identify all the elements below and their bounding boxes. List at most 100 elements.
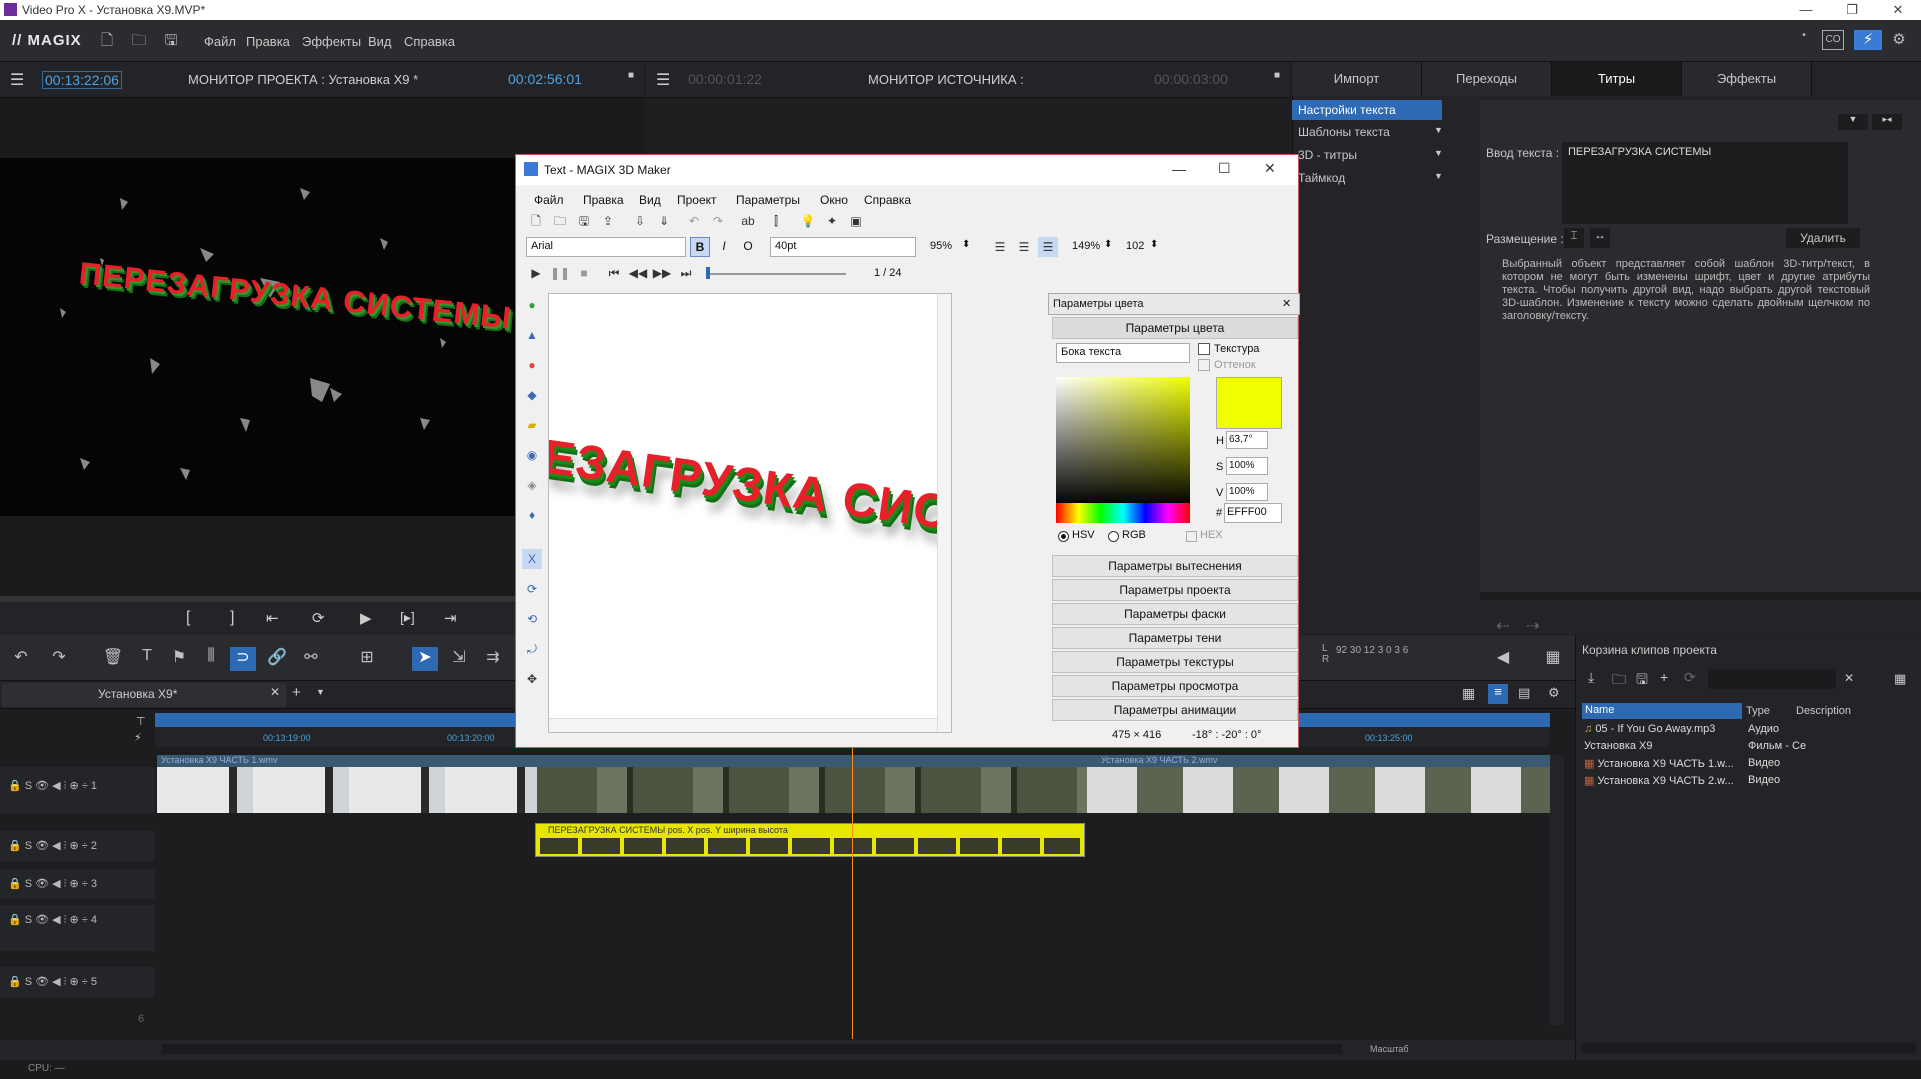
- view-grid-icon[interactable]: ▦: [1462, 685, 1475, 702]
- spin-icon[interactable]: ⬍: [1150, 239, 1158, 250]
- dlg-new-icon[interactable]: 🗋: [526, 211, 546, 231]
- bin-add-icon[interactable]: +: [1660, 669, 1668, 685]
- restore-icon[interactable]: ❐: [1829, 0, 1875, 20]
- rotate-y-icon[interactable]: ⟲: [522, 609, 542, 629]
- minimize-icon[interactable]: —: [1783, 0, 1829, 20]
- dropdown-icon[interactable]: ▼: [1838, 114, 1868, 130]
- menu-view[interactable]: Вид: [368, 34, 392, 49]
- col-description[interactable]: Description: [1796, 705, 1851, 717]
- dlg-open-icon[interactable]: 🗀: [550, 211, 570, 231]
- dlg-play-icon[interactable]: ▶: [526, 263, 546, 283]
- bin-row[interactable]: ▦ Установка X9 ЧАСТЬ 1.w...: [1584, 757, 1734, 770]
- dlg-next-frame-icon[interactable]: ▶▶: [652, 263, 672, 283]
- dmenu-window[interactable]: Окно: [820, 193, 848, 207]
- speaker-icon[interactable]: ◀: [1490, 647, 1516, 671]
- layers-icon[interactable]: ◈: [522, 475, 542, 495]
- bin-refresh-icon[interactable]: ⟳: [1684, 669, 1696, 686]
- timeline-hscroll[interactable]: [162, 1044, 1342, 1054]
- dlg-background-icon[interactable]: ▣: [846, 211, 866, 231]
- menu-help[interactable]: Справка: [404, 34, 455, 49]
- cloud-icon[interactable]: CO: [1822, 30, 1844, 50]
- list-3d-titles[interactable]: 3D - титры: [1298, 148, 1357, 162]
- frame-slider[interactable]: [706, 273, 846, 275]
- delete-icon[interactable]: 🗑: [100, 647, 126, 671]
- side-select[interactable]: Бока текста: [1056, 343, 1190, 363]
- link-icon[interactable]: 🔗: [264, 647, 290, 671]
- play-range-icon[interactable]: [▸]: [400, 609, 415, 626]
- globe-icon[interactable]: ◉: [522, 445, 542, 465]
- group-icon[interactable]: ⊞: [354, 647, 380, 671]
- go-start-icon[interactable]: ⇤: [266, 609, 279, 627]
- open-folder-icon[interactable]: 🗀: [130, 30, 148, 50]
- move-icon[interactable]: ✥: [522, 669, 542, 689]
- font-select[interactable]: Arial: [526, 237, 686, 257]
- mark-out-icon[interactable]: ]: [230, 609, 234, 627]
- dmenu-view[interactable]: Вид: [639, 193, 661, 207]
- dlg-stop-icon[interactable]: ■: [574, 263, 594, 283]
- align-left-icon[interactable]: ☰: [990, 237, 1010, 257]
- texture-checkbox[interactable]: [1198, 343, 1210, 355]
- source-maximize-icon[interactable]: ■: [1274, 70, 1280, 81]
- dlg-light-icon[interactable]: 💡: [798, 211, 818, 231]
- maximize-icon[interactable]: ■: [628, 70, 634, 81]
- video-clip-2[interactable]: Установка X9 ЧАСТЬ 2.wmv: [1087, 755, 1550, 813]
- tab-effects[interactable]: Эффекты: [1682, 62, 1812, 96]
- zoom-value-2[interactable]: 149%: [1072, 240, 1100, 252]
- dialog-close-icon[interactable]: ✕: [1264, 160, 1276, 177]
- section-animation[interactable]: Параметры анимации: [1052, 699, 1298, 721]
- text-input-field[interactable]: ПЕРЕЗАГРУЗКА СИСТЕМЫ: [1562, 142, 1848, 224]
- bin-row[interactable]: ♫ 05 - If You Go Away.mp3: [1584, 723, 1715, 735]
- section-shadow[interactable]: Параметры тени: [1052, 627, 1298, 649]
- dialog-maximize-icon[interactable]: ☐: [1218, 160, 1231, 177]
- bin-search-input[interactable]: [1708, 669, 1836, 689]
- dlg-save-icon[interactable]: 🖫: [574, 211, 594, 231]
- save-icon[interactable]: 🖫: [162, 30, 180, 50]
- cube-icon[interactable]: ▲: [522, 325, 542, 345]
- dialog-minimize-icon[interactable]: —: [1172, 161, 1186, 177]
- arrow-left-icon[interactable]: ⇠: [1496, 616, 1509, 636]
- align-center-icon[interactable]: ☰: [1014, 237, 1034, 257]
- section-extrusion[interactable]: Параметры вытеснения: [1052, 555, 1298, 577]
- tab-dropdown-icon[interactable]: ▼: [316, 687, 325, 697]
- tab-transitions[interactable]: Переходы: [1422, 62, 1552, 96]
- rotate-z-icon[interactable]: ⤾: [522, 639, 542, 659]
- list-text-settings[interactable]: Настройки текста: [1292, 100, 1442, 120]
- arrow-tool-icon[interactable]: ◆: [522, 385, 542, 405]
- hsv-radio[interactable]: [1058, 531, 1069, 542]
- mark-in-icon[interactable]: [: [186, 609, 190, 627]
- tint-checkbox[interactable]: [1198, 359, 1210, 371]
- menu-edit[interactable]: Правка: [246, 34, 290, 49]
- hex-checkbox[interactable]: [1186, 531, 1197, 542]
- project-timecode[interactable]: 00:13:22:06: [42, 71, 122, 89]
- h-input[interactable]: 63,7°: [1226, 431, 1268, 449]
- source-menu-icon[interactable]: ☰: [656, 70, 670, 90]
- bin-view-icon[interactable]: ▦: [1894, 671, 1906, 687]
- section-bevel[interactable]: Параметры фаски: [1052, 603, 1298, 625]
- add-tab-icon[interactable]: +: [292, 684, 301, 701]
- section-texture[interactable]: Параметры текстуры: [1052, 651, 1298, 673]
- dlg-text-icon[interactable]: ab: [738, 211, 758, 231]
- play-icon[interactable]: ▶: [360, 609, 372, 627]
- dmenu-help[interactable]: Справка: [864, 193, 911, 207]
- view-storyboard-icon[interactable]: ▤: [1518, 685, 1530, 701]
- view-timeline-icon[interactable]: ≡: [1488, 684, 1508, 704]
- close-icon[interactable]: ✕: [1875, 0, 1921, 20]
- bin-folder-icon[interactable]: 🗀: [1612, 669, 1626, 693]
- arrow-right-icon[interactable]: ⇢: [1526, 616, 1539, 636]
- sv-color-field[interactable]: [1056, 377, 1190, 505]
- frame-slider-thumb[interactable]: [706, 267, 710, 279]
- dlg-last-frame-icon[interactable]: ⏭: [676, 263, 696, 283]
- col-name[interactable]: Name: [1582, 703, 1742, 719]
- panel-hscroll[interactable]: [1480, 592, 1921, 600]
- pointer-icon[interactable]: ➤: [412, 647, 438, 671]
- placement-horizontal-icon[interactable]: ↔: [1590, 228, 1610, 248]
- settings-icon[interactable]: ⚙: [1890, 30, 1908, 50]
- view-settings-icon[interactable]: ⚙: [1548, 685, 1560, 701]
- rotate-x-icon[interactable]: ⟳: [522, 579, 542, 599]
- tab-import[interactable]: Импорт: [1292, 62, 1422, 96]
- tab-close-icon[interactable]: ✕: [270, 685, 280, 699]
- hex-input[interactable]: EFFF00: [1224, 503, 1282, 523]
- ruler-pin-icon[interactable]: ⊤: [136, 715, 146, 728]
- dmenu-params[interactable]: Параметры: [736, 193, 800, 207]
- title-clip[interactable]: ПЕРЕЗАГРУЗКА СИСТЕМЫ pos. X pos. Y ширин…: [535, 823, 1085, 857]
